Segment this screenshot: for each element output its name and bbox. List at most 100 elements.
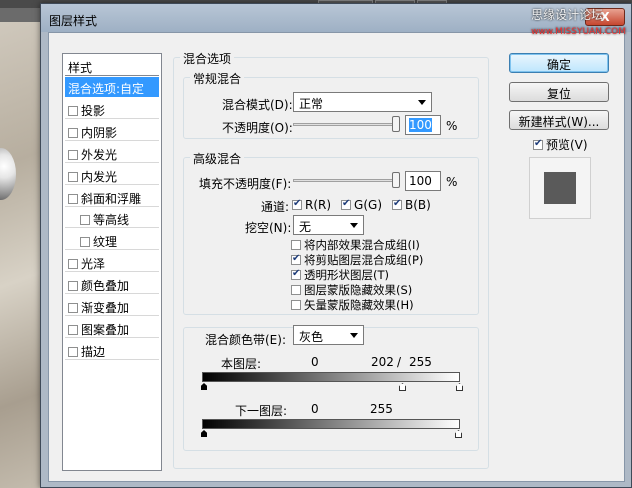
channel-checkbox-item[interactable]: B(B) (392, 198, 431, 212)
style-item-checkbox[interactable] (68, 346, 78, 357)
channel-checkbox-item[interactable]: R(R) (292, 198, 331, 212)
style-item-checkbox[interactable] (68, 281, 78, 292)
fill-opacity-input[interactable]: 100 (405, 171, 441, 191)
opacity-slider-thumb[interactable] (392, 116, 400, 132)
fill-opacity-unit: % (446, 175, 458, 189)
fill-opacity-slider-thumb[interactable] (392, 172, 400, 188)
style-item-checkbox[interactable] (68, 127, 78, 138)
advanced-blending-title: 高级混合 (190, 150, 245, 167)
style-item[interactable]: 光泽 (65, 252, 159, 273)
advanced-option-checkbox[interactable] (291, 285, 301, 295)
style-item-label: 图案叠加 (81, 322, 130, 337)
style-item[interactable]: 投影 (65, 99, 159, 119)
ok-button[interactable]: 确定 (509, 53, 609, 73)
this-layer-gradient[interactable] (202, 372, 460, 382)
advanced-option[interactable]: 图层蒙版隐藏效果(S) (291, 282, 412, 298)
advanced-option-label: 将内部效果混合成组(I) (304, 238, 420, 252)
style-item[interactable]: 描边 (65, 340, 159, 360)
opacity-unit: % (446, 119, 458, 133)
advanced-option-label: 透明形状图层(T) (304, 268, 389, 282)
advanced-option-checkbox[interactable] (291, 240, 301, 250)
style-item-checkbox[interactable] (68, 324, 78, 335)
channel-checkbox[interactable] (292, 198, 302, 210)
style-item-label: 外发光 (81, 147, 118, 162)
style-item-label: 等高线 (93, 213, 130, 228)
advanced-option[interactable]: 矢量蒙版隐藏效果(H) (291, 297, 414, 313)
style-item-checkbox[interactable] (68, 303, 78, 313)
style-item-label: 斜面和浮雕 (81, 191, 142, 206)
style-item-label: 内阴影 (81, 125, 118, 140)
layer-style-dialog: 图层样式 X 样式 混合选项:自定 投影 内阴影 外发光 内发光 斜面和浮雕 等高线 纹理 光泽… (40, 3, 632, 488)
style-item-checkbox[interactable] (80, 215, 90, 226)
new-style-button[interactable]: 新建样式(W)... (509, 110, 609, 130)
style-item[interactable]: 内发光 (65, 165, 159, 185)
style-list-header[interactable]: 样式 (65, 56, 159, 76)
dialog-client-area: 样式 混合选项:自定投影内阴影外发光内发光斜面和浮雕等高线纹理光泽颜色叠加渐变叠… (48, 32, 625, 482)
style-item[interactable]: 外发光 (65, 143, 159, 163)
this-layer-low-value: 0 (311, 355, 319, 369)
style-item-label: 渐变叠加 (81, 301, 130, 315)
advanced-option[interactable]: 将剪贴图层混合成组(P) (291, 252, 423, 268)
this-layer-high-value-b: 255 (409, 355, 432, 369)
reset-button[interactable]: 复位 (509, 82, 609, 102)
watermark: 思缘设计论坛 www.MISSYUAN.COM (531, 8, 626, 37)
style-item-label: 纹理 (93, 235, 118, 250)
underlying-high-value: 255 (370, 402, 393, 416)
opacity-label: 不透明度(O): (222, 121, 293, 135)
style-item-checkbox[interactable] (68, 149, 78, 160)
underlying-layer-gradient[interactable] (202, 419, 460, 429)
channel-checkbox-item[interactable]: G(G) (341, 198, 382, 212)
knockout-dropdown[interactable]: 无 (293, 215, 364, 235)
channel-checkbox[interactable] (341, 198, 352, 210)
style-item-checkbox[interactable] (68, 259, 78, 270)
channels-row: R(R) G(G) B(B) (292, 198, 441, 212)
style-item[interactable]: 斜面和浮雕 (65, 187, 159, 207)
channel-label: R(R) (305, 198, 332, 212)
style-item[interactable]: 图案叠加 (65, 318, 159, 338)
style-item-checkbox[interactable] (68, 193, 78, 204)
style-item-checkbox[interactable] (68, 171, 78, 182)
preview-checkbox-row[interactable]: 预览(V) (533, 136, 588, 153)
style-item[interactable]: 渐变叠加 (65, 296, 159, 316)
underlying-layer-label: 下一图层: (235, 404, 288, 418)
style-item[interactable]: 混合选项:自定 (65, 77, 159, 97)
advanced-option[interactable]: 将内部效果混合成组(I) (291, 237, 420, 253)
advanced-option-checkbox[interactable] (291, 300, 301, 310)
style-item-label: 投影 (81, 103, 106, 118)
advanced-option-checkbox[interactable] (291, 253, 301, 265)
general-blending-title: 常规混合 (190, 70, 245, 87)
style-item[interactable]: 内阴影 (65, 121, 159, 141)
style-item-label: 颜色叠加 (81, 279, 130, 294)
channel-checkbox[interactable] (392, 198, 403, 210)
this-layer-separator: / (397, 355, 402, 369)
style-item[interactable]: 纹理 (65, 230, 159, 251)
blend-mode-dropdown[interactable]: 正常 (293, 92, 432, 112)
fill-opacity-label: 填充不透明度(F): (199, 177, 292, 191)
advanced-option[interactable]: 透明形状图层(T) (291, 267, 389, 283)
blending-options-title: 混合选项 (180, 50, 235, 67)
advanced-option-label: 矢量蒙版隐藏效果(H) (304, 298, 414, 312)
style-item-checkbox[interactable] (68, 105, 78, 116)
preview-swatch (544, 172, 576, 204)
style-item-label: 内发光 (81, 169, 118, 184)
this-layer-high-value-a: 202 (371, 355, 394, 369)
blend-if-value: 灰色 (299, 330, 324, 344)
style-list: 样式 混合选项:自定投影内阴影外发光内发光斜面和浮雕等高线纹理光泽颜色叠加渐变叠… (62, 53, 162, 471)
advanced-option-label: 将剪贴图层混合成组(P) (304, 253, 424, 267)
preview-checkbox[interactable] (533, 138, 543, 150)
preview-box (529, 157, 591, 219)
style-item-checkbox[interactable] (80, 237, 90, 248)
fill-opacity-slider-track[interactable] (293, 179, 400, 182)
style-item-label: 描边 (81, 344, 106, 359)
dialog-title: 图层样式 (49, 14, 98, 28)
blend-if-label: 混合颜色带(E): (205, 333, 286, 347)
opacity-slider-track[interactable] (293, 123, 400, 126)
advanced-option-checkbox[interactable] (291, 268, 301, 280)
style-item[interactable]: 等高线 (65, 208, 159, 229)
style-item[interactable]: 颜色叠加 (65, 274, 159, 295)
opacity-input[interactable]: 100 (405, 115, 441, 135)
channel-label: G(G) (354, 198, 383, 212)
preview-label: 预览(V) (546, 138, 588, 152)
blend-mode-value: 正常 (299, 97, 324, 111)
blend-if-dropdown[interactable]: 灰色 (293, 325, 364, 345)
